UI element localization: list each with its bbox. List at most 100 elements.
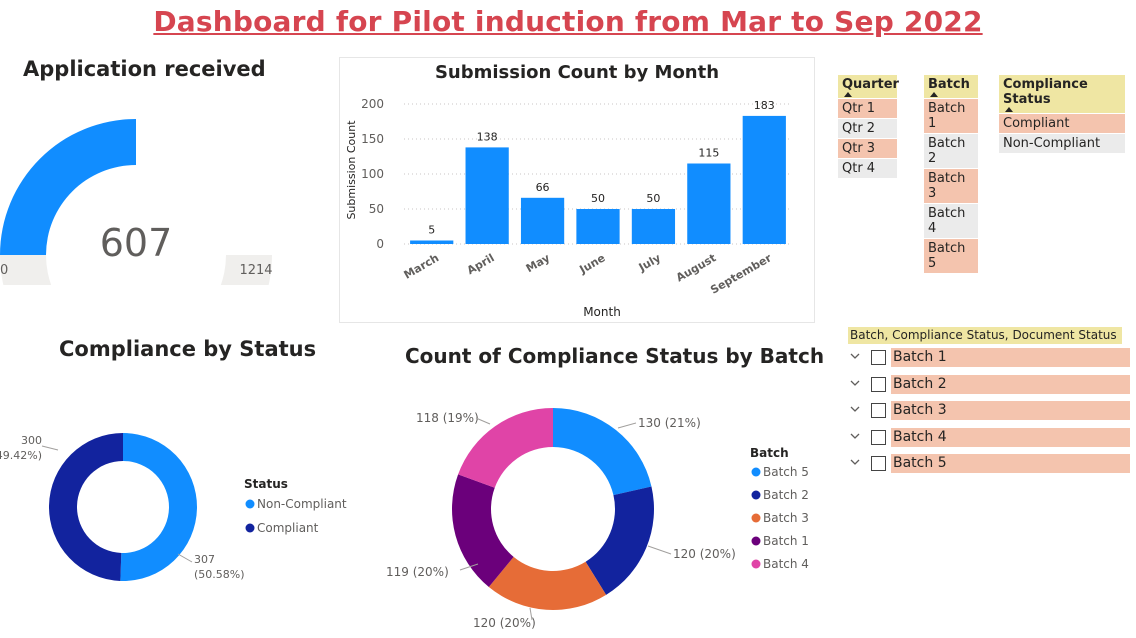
gauge-chart: 607 0 1214 <box>0 119 273 285</box>
donut1-leader-compliant <box>41 445 59 451</box>
bar-x-tick-label: April <box>465 251 497 277</box>
checkbox[interactable] <box>871 350 886 365</box>
hierarchy-item-label: Batch 5 <box>891 454 1130 473</box>
hierarchy-item-label: Batch 2 <box>891 374 1130 394</box>
donut-slice[interactable] <box>48 433 123 581</box>
hierarchy-row[interactable]: Batch 2 <box>848 374 1130 395</box>
bar-chart: Submission Count by Month Month Submissi… <box>345 62 792 319</box>
donut2-label-batch2: 120 (20%) <box>673 547 736 561</box>
quarter-slicer-item[interactable]: Qtr 4 <box>838 159 897 178</box>
legend-item-label[interactable]: Batch 5 <box>763 465 809 479</box>
chevron-down-icon[interactable] <box>848 401 862 417</box>
sort-caret-icon <box>930 92 938 97</box>
bar-y-tick-label: 150 <box>361 132 384 146</box>
batch-slicer-item[interactable]: Batch 3 <box>924 169 978 203</box>
legend-marker <box>245 523 255 533</box>
compliance-slicer-item[interactable]: Compliant <box>999 114 1125 133</box>
donut2-leader-batch2 <box>647 545 672 555</box>
bar-data-label: 50 <box>591 192 605 205</box>
batch-slicer-item[interactable]: Batch 5 <box>924 239 978 273</box>
legend-marker <box>751 490 761 500</box>
bar-data-label: 66 <box>536 181 550 194</box>
donut2-title: Count of Compliance Status by Batch <box>405 344 825 368</box>
legend-marker <box>751 467 761 477</box>
legend-item-label[interactable]: Batch 3 <box>763 511 809 525</box>
bar-y-tick-label: 100 <box>361 167 384 181</box>
chevron-down-icon[interactable] <box>848 428 862 444</box>
bar[interactable] <box>410 240 454 245</box>
compliance-slicer: Compliance Status Compliant Non-Compliant <box>999 75 1125 153</box>
bar[interactable] <box>520 197 565 244</box>
hierarchy-row[interactable]: Batch 3 <box>848 401 1130 421</box>
hierarchy-item-label: Batch 1 <box>891 348 1130 367</box>
bar[interactable] <box>576 209 620 244</box>
dashboard-title: Dashboard for Pilot induction from Mar t… <box>153 5 983 38</box>
bar[interactable] <box>631 209 676 244</box>
chevron-down-icon[interactable] <box>848 348 862 364</box>
donut2-label-batch5: 130 (21%) <box>638 416 701 430</box>
quarter-slicer-header[interactable]: Quarter <box>838 75 899 98</box>
donut2-label-batch3: 120 (20%) <box>473 616 536 630</box>
bar-series: 5 March 138 April 66 May 50 June 50 July 115 August… <box>402 99 786 297</box>
bar[interactable] <box>465 147 509 244</box>
bar-x-tick-label: September <box>708 251 774 297</box>
chevron-down-icon[interactable] <box>848 375 862 391</box>
bar[interactable] <box>742 115 786 245</box>
bar-data-label: 138 <box>477 130 498 143</box>
compliance-slicer-item[interactable]: Non-Compliant <box>999 134 1125 153</box>
checkbox[interactable] <box>871 376 886 392</box>
bar-data-label: 50 <box>646 192 660 205</box>
donut1-label-compliant: 300 <box>21 434 42 447</box>
bar-y-tick-label: 0 <box>376 237 384 251</box>
checkbox[interactable] <box>871 403 886 418</box>
donut2-label-batch4: 118 (19%) <box>416 411 479 425</box>
legend-item-label[interactable]: Batch 2 <box>763 488 809 502</box>
bar-x-tick-label: July <box>636 251 663 274</box>
legend-item-label[interactable]: Batch 1 <box>763 534 809 548</box>
gauge-min-label: 0 <box>0 263 8 278</box>
bar-x-tick-label: August <box>674 251 718 284</box>
legend-marker <box>751 559 761 569</box>
bar-x-tick-label: May <box>524 251 552 275</box>
hierarchy-item-label: Batch 3 <box>891 401 1130 420</box>
sort-caret-icon <box>844 92 852 97</box>
legend-item-label[interactable]: Non-Compliant <box>257 497 347 511</box>
quarter-slicer: Quarter Qtr 1 Qtr 2 Qtr 3 Qtr 4 <box>838 75 899 178</box>
bar-y-tick-label: 200 <box>361 97 384 111</box>
donut2-leader-batch5 <box>617 422 637 429</box>
bar[interactable] <box>687 163 731 245</box>
hierarchy-item-label: Batch 4 <box>891 427 1130 447</box>
batch-slicer-item[interactable]: Batch 1 <box>924 99 978 133</box>
donut-slice[interactable] <box>553 408 652 496</box>
legend-item-label[interactable]: Compliant <box>257 521 319 535</box>
gauge-title: Application received <box>23 57 266 81</box>
legend-marker <box>751 536 761 546</box>
donut2-label-batch1: 119 (20%) <box>386 565 449 579</box>
bar-x-axis-label: Month <box>583 305 621 319</box>
bar-data-label: 183 <box>754 99 775 112</box>
quarter-slicer-item[interactable]: Qtr 2 <box>838 119 897 138</box>
batch-slicer-header[interactable]: Batch <box>924 75 978 98</box>
batch-slicer-item[interactable]: Batch 2 <box>924 134 978 168</box>
hierarchy-row[interactable]: Batch 5 <box>848 454 1130 474</box>
bar-chart-card: Submission Count by Month Month Submissi… <box>339 57 815 323</box>
compliance-slicer-header[interactable]: Compliance Status <box>999 75 1125 113</box>
gauge-value: 607 <box>100 221 173 265</box>
bar-chart-title: Submission Count by Month <box>435 62 719 83</box>
hierarchy-row[interactable]: Batch 1 <box>848 348 1130 368</box>
checkbox[interactable] <box>871 429 886 445</box>
bar-data-label: 115 <box>698 147 719 160</box>
chevron-down-icon[interactable] <box>848 454 862 470</box>
donut1-title: Compliance by Status <box>59 337 317 361</box>
quarter-slicer-item[interactable]: Qtr 3 <box>838 139 897 158</box>
batch-slicer: Batch Batch 1 Batch 2 Batch 3 Batch 4 Batch … <box>924 75 978 273</box>
bar-y-axis-label: Submission Count <box>345 120 358 220</box>
donut1-legend-title: Status <box>244 477 288 491</box>
gauge-max-label: 1214 <box>239 263 272 278</box>
legend-item-label[interactable]: Batch 4 <box>763 557 809 571</box>
batch-slicer-item[interactable]: Batch 4 <box>924 204 978 238</box>
hierarchy-row[interactable]: Batch 4 <box>848 427 1130 448</box>
quarter-slicer-item[interactable]: Qtr 1 <box>838 99 897 118</box>
checkbox[interactable] <box>871 456 886 471</box>
donut1-leader-noncompliant <box>177 553 193 563</box>
